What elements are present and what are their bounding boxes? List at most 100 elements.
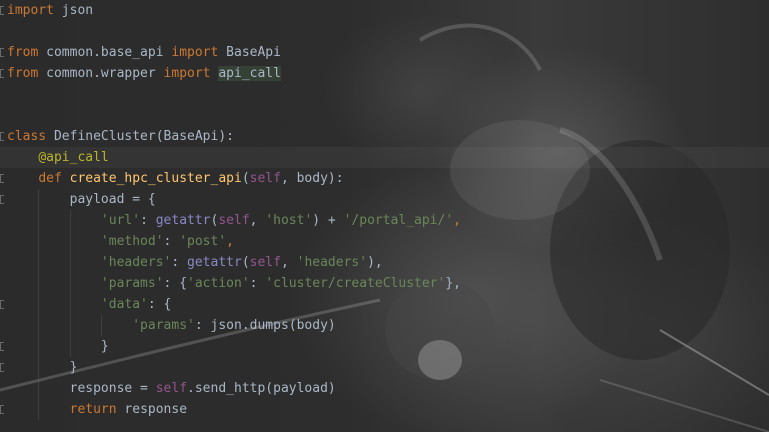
code-line[interactable]: from common.base_api import BaseApi — [7, 42, 769, 63]
code-token: 'cluster/createCluster' — [265, 276, 446, 291]
code-token: 'data' — [100, 297, 148, 312]
code-token: ( — [241, 255, 250, 270]
indent-guide — [69, 252, 71, 273]
code-line[interactable]: from common.wrapper import api_call — [7, 63, 769, 84]
code-editor[interactable]: import json from common.base_api import B… — [0, 0, 769, 432]
code-token: def — [38, 171, 62, 186]
code-token: api_call — [218, 66, 281, 81]
code-token: class — [7, 129, 47, 144]
code-token: self — [155, 381, 188, 396]
indent-guide — [38, 294, 40, 315]
code-line[interactable]: 'data': { — [7, 294, 769, 315]
code-token: : — [249, 276, 266, 291]
fold-marker-icon[interactable] — [0, 342, 4, 351]
fold-marker-icon[interactable] — [0, 48, 4, 57]
code-token: }, — [445, 276, 461, 291]
code-token: } — [7, 360, 78, 375]
code-line[interactable]: def create_hpc_cluster_api(self, body): — [7, 168, 769, 189]
code-token: create_hpc_cluster_api — [69, 171, 242, 186]
indent-guide — [38, 273, 40, 294]
code-token: : — [163, 234, 180, 249]
code-token: , — [226, 234, 234, 249]
code-token: : { — [147, 297, 172, 312]
fold-marker-icon[interactable] — [0, 69, 4, 78]
code-line[interactable] — [7, 84, 769, 105]
indent-guide — [69, 294, 71, 315]
code-line[interactable]: 'params': json.dumps(body) — [7, 315, 769, 336]
fold-marker-icon[interactable] — [0, 363, 4, 372]
code-line[interactable]: class DefineCluster(BaseApi): — [7, 126, 769, 147]
indent-guide — [100, 315, 102, 336]
code-token: 'headers' — [296, 255, 368, 270]
code-token: : — [171, 255, 188, 270]
code-token: 'params' — [132, 318, 195, 333]
code-line[interactable]: payload = { — [7, 189, 769, 210]
code-token: return — [69, 402, 117, 417]
code-token: response = — [7, 381, 156, 396]
code-line[interactable]: @api_call — [0, 147, 769, 168]
fold-marker-icon[interactable] — [0, 300, 4, 309]
fold-marker-icon[interactable] — [0, 195, 4, 204]
code-token: : json.dumps(body) — [194, 318, 336, 333]
editor-gutter — [0, 0, 4, 432]
code-line[interactable]: import json — [7, 0, 769, 21]
code-token: self — [249, 171, 281, 186]
code-line[interactable]: 'method': 'post', — [7, 231, 769, 252]
indent-guide — [69, 273, 71, 294]
code-line[interactable]: 'headers': getattr(self, 'headers'), — [7, 252, 769, 273]
code-token: , — [249, 213, 266, 228]
indent-guide — [38, 210, 40, 231]
code-token: getattr — [187, 255, 242, 270]
code-line[interactable]: response = self.send_http(payload) — [7, 378, 769, 399]
code-token: self — [249, 255, 281, 270]
code-token: import — [7, 3, 54, 18]
indent-guide — [38, 399, 40, 420]
indent-guide — [38, 315, 40, 336]
indent-guide — [38, 357, 40, 378]
indent-guide — [38, 231, 40, 252]
code-line[interactable]: return response — [7, 399, 769, 420]
code-token: json — [53, 3, 94, 18]
code-area[interactable]: import json from common.base_api import B… — [0, 0, 769, 420]
indent-guide — [38, 252, 40, 273]
fold-marker-icon[interactable] — [0, 132, 4, 141]
code-token: 'url' — [100, 213, 141, 228]
code-line[interactable] — [7, 105, 769, 126]
code-token: ), — [367, 255, 383, 270]
indent-guide — [38, 378, 40, 399]
code-token: @api_call — [38, 150, 109, 165]
code-token: 'post' — [179, 234, 227, 249]
fold-marker-icon[interactable] — [0, 405, 4, 414]
code-line[interactable]: 'params': {'action': 'cluster/createClus… — [7, 273, 769, 294]
indent-guide — [69, 315, 71, 336]
indent-guide — [69, 231, 71, 252]
code-token: : { — [163, 276, 188, 291]
code-token: 'host' — [265, 213, 313, 228]
code-line[interactable] — [7, 21, 769, 42]
code-line[interactable]: } — [7, 336, 769, 357]
code-token: 'headers' — [100, 255, 172, 270]
code-token: 'action' — [187, 276, 250, 291]
indent-guide — [69, 210, 71, 231]
code-line[interactable]: } — [7, 357, 769, 378]
code-token: response — [116, 402, 188, 417]
code-token: , — [280, 255, 297, 270]
indent-guide — [38, 336, 40, 357]
fold-marker-icon[interactable] — [0, 6, 4, 15]
indent-guide — [38, 189, 40, 210]
code-token: ( — [241, 171, 250, 186]
code-token: 'params' — [100, 276, 164, 291]
code-token: BaseApi — [218, 45, 281, 60]
code-token: DefineCluster(BaseApi): — [46, 129, 234, 144]
fold-marker-icon[interactable] — [0, 174, 4, 183]
code-line[interactable]: 'url': getattr(self, 'host') + '/portal_… — [7, 210, 769, 231]
code-token: import — [163, 66, 211, 81]
code-token: '/portal_api/' — [343, 213, 454, 228]
